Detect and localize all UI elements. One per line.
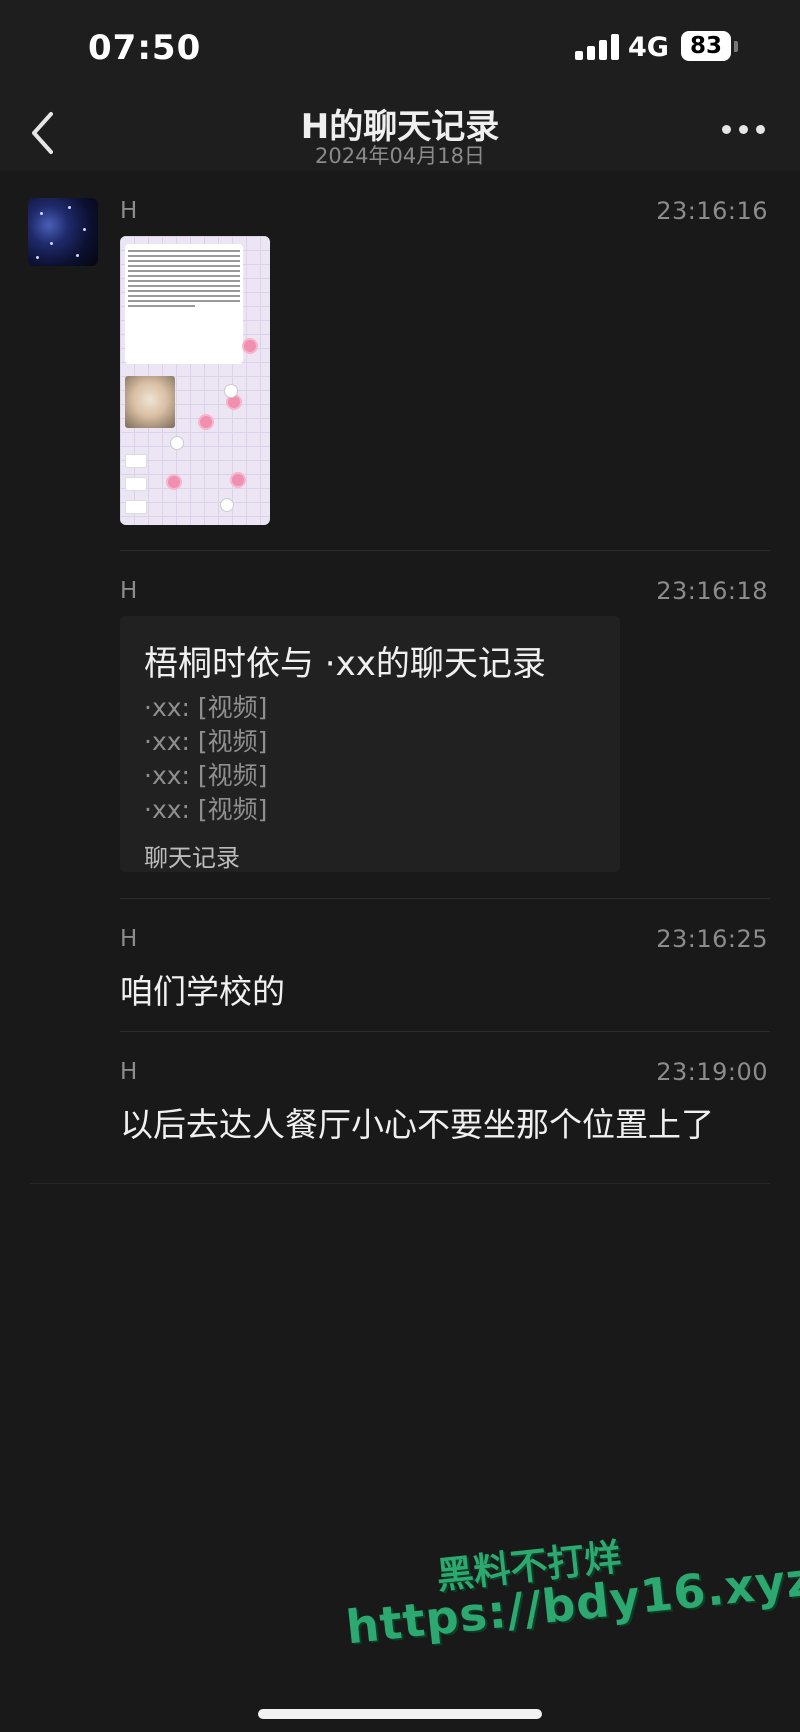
message-text[interactable]: 以后去达人餐厅小心不要坐那个位置上了 (120, 1098, 714, 1146)
chat-record-line: ·xx: [视频] (144, 761, 268, 790)
message-time: 23:16:16 (656, 197, 768, 225)
chat-record-line: ·xx: [视频] (144, 795, 268, 824)
more-options-button[interactable] (722, 125, 766, 137)
message-time: 23:16:18 (656, 577, 768, 605)
list-end-divider (30, 1183, 770, 1184)
status-time: 07:50 (88, 28, 202, 68)
nav-bar: H的聊天记录 2024年04月18日 (0, 95, 800, 171)
message-sender: H (120, 926, 138, 952)
message-time: 23:16:25 (656, 925, 768, 953)
chat-record-line: ·xx: [视频] (144, 727, 268, 756)
chat-record-card[interactable]: 梧桐时依与 ·xx的聊天记录 ·xx: [视频] ·xx: [视频] ·xx: … (120, 616, 620, 872)
chat-record-title: 梧桐时依与 ·xx的聊天记录 (144, 644, 546, 684)
message-divider (120, 898, 770, 899)
message-image[interactable] (120, 236, 270, 525)
chat-record-footer: 聊天记录 (144, 844, 240, 872)
chat-record-line: ·xx: [视频] (144, 693, 268, 722)
status-bar: 07:50 4G 83 (0, 0, 800, 95)
message-sender: H (120, 198, 138, 224)
message-divider (120, 1031, 770, 1032)
battery-icon: 83 (681, 31, 731, 61)
message-sender: H (120, 1059, 138, 1085)
message-text[interactable]: 咱们学校的 (120, 965, 285, 1013)
signal-strength-icon (575, 34, 619, 60)
avatar[interactable] (28, 198, 98, 266)
message-sender: H (120, 578, 138, 604)
hamster-sticker-image (125, 376, 175, 428)
message-time: 23:19:00 (656, 1058, 768, 1086)
more-dots-icon (722, 125, 731, 134)
page-date: 2024年04月18日 (315, 144, 485, 168)
image-text-bubble (125, 244, 243, 364)
battery-cap (734, 41, 738, 52)
message-divider (120, 550, 770, 551)
network-type: 4G (628, 32, 669, 63)
home-indicator[interactable] (258, 1709, 542, 1719)
